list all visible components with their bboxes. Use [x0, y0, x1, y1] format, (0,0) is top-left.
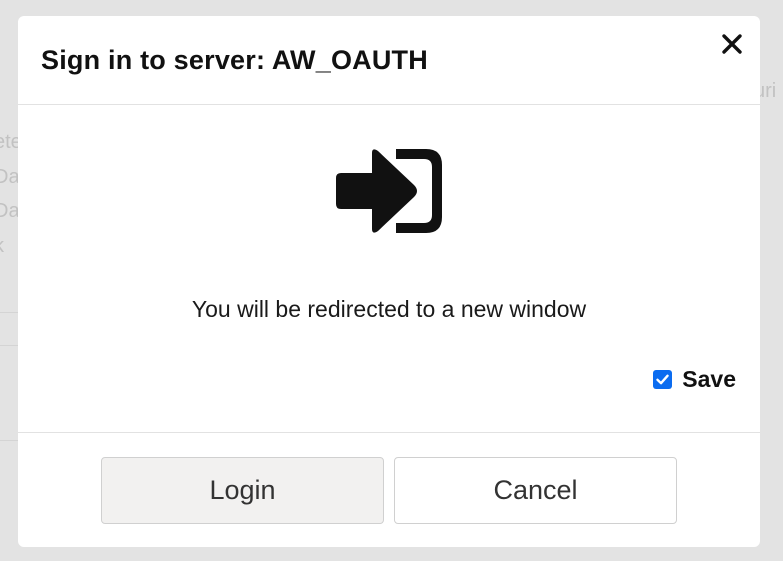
dialog-body: You will be redirected to a new window S… — [18, 105, 760, 432]
redirect-message: You will be redirected to a new window — [191, 296, 587, 322]
background-text: Da — [0, 166, 20, 188]
sign-in-icon — [336, 149, 442, 233]
close-button[interactable] — [720, 32, 744, 56]
close-icon — [722, 34, 742, 54]
dialog-header: Sign in to server: AW_OAUTH — [18, 16, 760, 105]
background-divider — [0, 440, 20, 441]
dialog-title: Sign in to server: AW_OAUTH — [41, 45, 428, 75]
cancel-button[interactable]: Cancel — [394, 457, 677, 524]
save-option: Save — [653, 366, 736, 393]
dialog-footer: Login Cancel — [18, 432, 760, 547]
background-text: k — [0, 235, 4, 258]
save-checkbox[interactable] — [653, 370, 673, 389]
background-divider — [0, 312, 20, 313]
save-label: Save — [682, 366, 736, 392]
checkmark-icon — [656, 374, 669, 385]
sign-in-dialog: Sign in to server: AW_OAUTH You will be … — [18, 16, 760, 547]
background-text: Da — [0, 200, 20, 222]
login-button[interactable]: Login — [101, 457, 384, 524]
background-divider — [0, 345, 20, 346]
